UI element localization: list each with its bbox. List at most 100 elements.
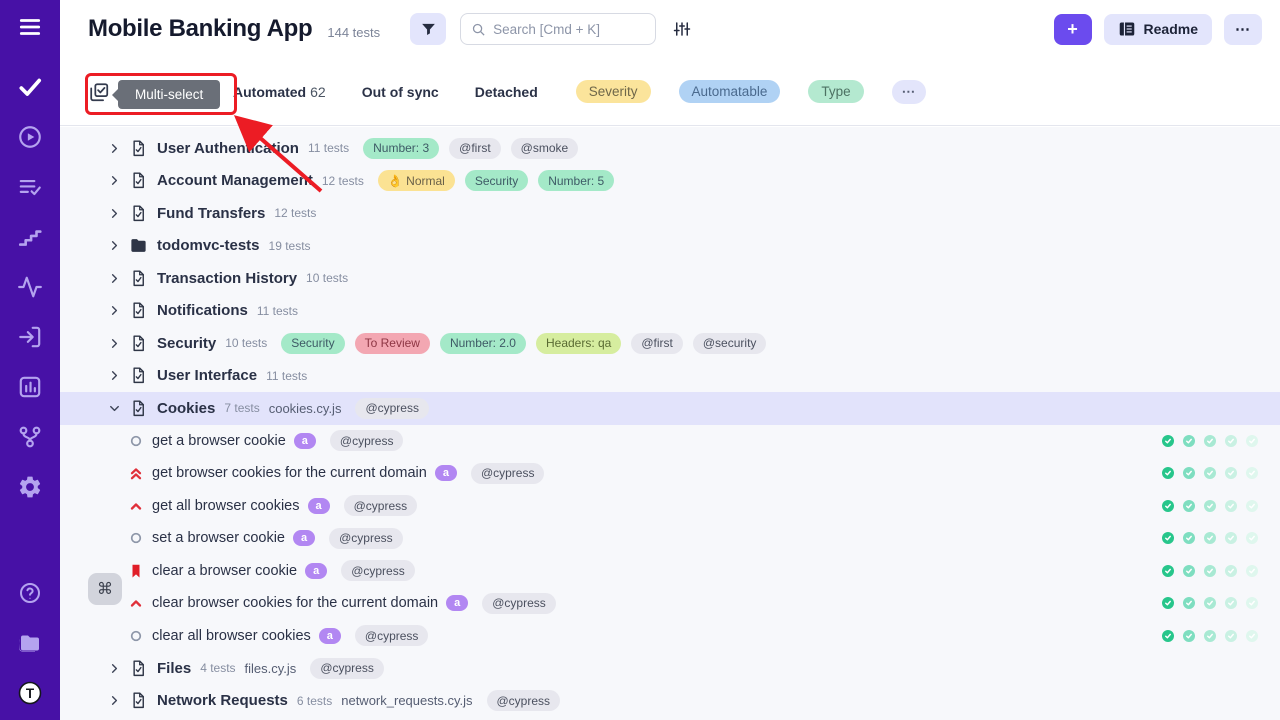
- list-check-icon[interactable]: [15, 172, 45, 202]
- run-status-passed-dot[interactable]: [1183, 630, 1195, 642]
- run-status-passed-dot[interactable]: [1246, 532, 1258, 544]
- suite-row[interactable]: todomvc-tests19 tests: [60, 230, 1280, 263]
- run-status-passed-dot[interactable]: [1246, 500, 1258, 512]
- suite-row[interactable]: Account Management12 tests👌 NormalSecuri…: [60, 165, 1280, 198]
- run-status-passed-dot[interactable]: [1225, 597, 1237, 609]
- run-status-passed-dot[interactable]: [1162, 435, 1174, 447]
- chevron-right-icon[interactable]: [107, 693, 122, 708]
- run-status-passed-dot[interactable]: [1246, 435, 1258, 447]
- chevron-right-icon[interactable]: [107, 303, 122, 318]
- run-status-passed-dot[interactable]: [1183, 500, 1195, 512]
- run-status-passed-dot[interactable]: [1162, 597, 1174, 609]
- run-status-passed-dot[interactable]: [1162, 500, 1174, 512]
- run-status-passed-dot[interactable]: [1183, 565, 1195, 577]
- chevron-right-icon[interactable]: [107, 661, 122, 676]
- run-status-passed-dot[interactable]: [1183, 532, 1195, 544]
- check-icon[interactable]: [15, 72, 45, 102]
- run-status-passed-dot[interactable]: [1246, 597, 1258, 609]
- chip-severity[interactable]: Severity: [576, 80, 651, 103]
- multi-select-button[interactable]: [88, 81, 110, 103]
- chevron-right-icon[interactable]: [107, 206, 122, 221]
- filter-button[interactable]: [410, 13, 446, 45]
- help-circle-icon[interactable]: [15, 578, 45, 608]
- run-history-dots: [1162, 565, 1258, 577]
- test-row[interactable]: get browser cookies for the current doma…: [60, 457, 1280, 490]
- suite-row[interactable]: Notifications11 tests: [60, 295, 1280, 328]
- keyboard-shortcut-hint: ⌘: [88, 573, 122, 605]
- chip-type[interactable]: Type: [808, 80, 863, 103]
- activity-icon[interactable]: [15, 272, 45, 302]
- folder-solid-icon[interactable]: [15, 628, 45, 658]
- run-status-passed-dot[interactable]: [1246, 630, 1258, 642]
- readme-button[interactable]: Readme: [1104, 14, 1212, 45]
- run-status-passed-dot[interactable]: [1225, 630, 1237, 642]
- run-status-passed-dot[interactable]: [1204, 467, 1216, 479]
- view-settings-button[interactable]: [670, 17, 694, 41]
- run-status-passed-dot[interactable]: [1204, 532, 1216, 544]
- suite-row[interactable]: Cookies7 testscookies.cy.js@cypress: [60, 392, 1280, 425]
- suite-name: Cookies: [157, 400, 215, 417]
- run-status-passed-dot[interactable]: [1183, 597, 1195, 609]
- run-status-passed-dot[interactable]: [1162, 630, 1174, 642]
- run-status-passed-dot[interactable]: [1183, 435, 1195, 447]
- test-row[interactable]: clear a browser cookiea@cypress: [60, 555, 1280, 588]
- run-status-passed-dot[interactable]: [1162, 565, 1174, 577]
- run-status-passed-dot[interactable]: [1162, 467, 1174, 479]
- play-circle-icon[interactable]: [15, 122, 45, 152]
- test-row[interactable]: set a browser cookiea@cypress: [60, 522, 1280, 555]
- chevron-right-icon[interactable]: [107, 173, 122, 188]
- run-status-passed-dot[interactable]: [1246, 467, 1258, 479]
- chip-automatable[interactable]: Automatable: [679, 80, 781, 103]
- suite-row[interactable]: Network Requests6 testsnetwork_requests.…: [60, 685, 1280, 718]
- chevron-down-icon[interactable]: [107, 401, 122, 416]
- suite-test-count: 11 tests: [257, 304, 298, 318]
- tab-automated[interactable]: Automated62: [233, 84, 326, 100]
- run-status-passed-dot[interactable]: [1204, 565, 1216, 577]
- test-row[interactable]: clear browser cookies for the current do…: [60, 587, 1280, 620]
- suite-row[interactable]: Files4 testsfiles.cy.js@cypress: [60, 652, 1280, 685]
- run-status-passed-dot[interactable]: [1204, 597, 1216, 609]
- suite-row[interactable]: User Interface11 tests: [60, 360, 1280, 393]
- more-options-button[interactable]: ⋯: [1224, 14, 1262, 45]
- run-status-passed-dot[interactable]: [1204, 435, 1216, 447]
- git-branch-icon[interactable]: [15, 422, 45, 452]
- steps-icon[interactable]: [15, 222, 45, 252]
- chevron-right-icon[interactable]: [107, 368, 122, 383]
- badge-gray: @cypress: [344, 495, 418, 516]
- run-status-passed-dot[interactable]: [1183, 467, 1195, 479]
- tab-out-of-sync[interactable]: Out of sync: [362, 84, 439, 100]
- run-status-passed-dot[interactable]: [1204, 500, 1216, 512]
- test-row[interactable]: get all browser cookiesa@cypress: [60, 490, 1280, 523]
- funnel-icon: [420, 21, 437, 38]
- test-row[interactable]: clear all browser cookiesa@cypress: [60, 620, 1280, 653]
- suite-row[interactable]: Security10 testsSecurityTo ReviewNumber:…: [60, 327, 1280, 360]
- run-status-passed-dot[interactable]: [1162, 532, 1174, 544]
- add-button[interactable]: +: [1054, 14, 1092, 45]
- search-box[interactable]: [460, 13, 656, 45]
- run-status-passed-dot[interactable]: [1225, 532, 1237, 544]
- suite-row[interactable]: Fund Transfers12 tests: [60, 197, 1280, 230]
- run-status-passed-dot[interactable]: [1246, 565, 1258, 577]
- chip-more-filters[interactable]: ⋯: [892, 80, 927, 104]
- bar-chart-icon[interactable]: [15, 372, 45, 402]
- logo-icon[interactable]: T: [15, 678, 45, 708]
- menu-icon[interactable]: [15, 12, 45, 42]
- run-status-passed-dot[interactable]: [1225, 435, 1237, 447]
- test-row[interactable]: get a browser cookiea@cypress: [60, 425, 1280, 458]
- chevron-right-icon[interactable]: [107, 141, 122, 156]
- chevron-right-icon[interactable]: [107, 271, 122, 286]
- run-status-passed-dot[interactable]: [1225, 565, 1237, 577]
- run-status-passed-dot[interactable]: [1204, 630, 1216, 642]
- tab-detached[interactable]: Detached: [475, 84, 538, 100]
- app-window: T Mobile Banking App 144 tests + Readme: [0, 0, 1280, 720]
- sign-in-icon[interactable]: [15, 322, 45, 352]
- suite-row[interactable]: User Authentication11 testsNumber: 3@fir…: [60, 132, 1280, 165]
- chevron-right-icon[interactable]: [107, 238, 122, 253]
- suite-row[interactable]: Transaction History10 tests: [60, 262, 1280, 295]
- search-input[interactable]: [493, 22, 643, 37]
- chevron-right-icon[interactable]: [107, 336, 122, 351]
- svg-text:T: T: [26, 686, 35, 701]
- gear-icon[interactable]: [15, 472, 45, 502]
- run-status-passed-dot[interactable]: [1225, 500, 1237, 512]
- run-status-passed-dot[interactable]: [1225, 467, 1237, 479]
